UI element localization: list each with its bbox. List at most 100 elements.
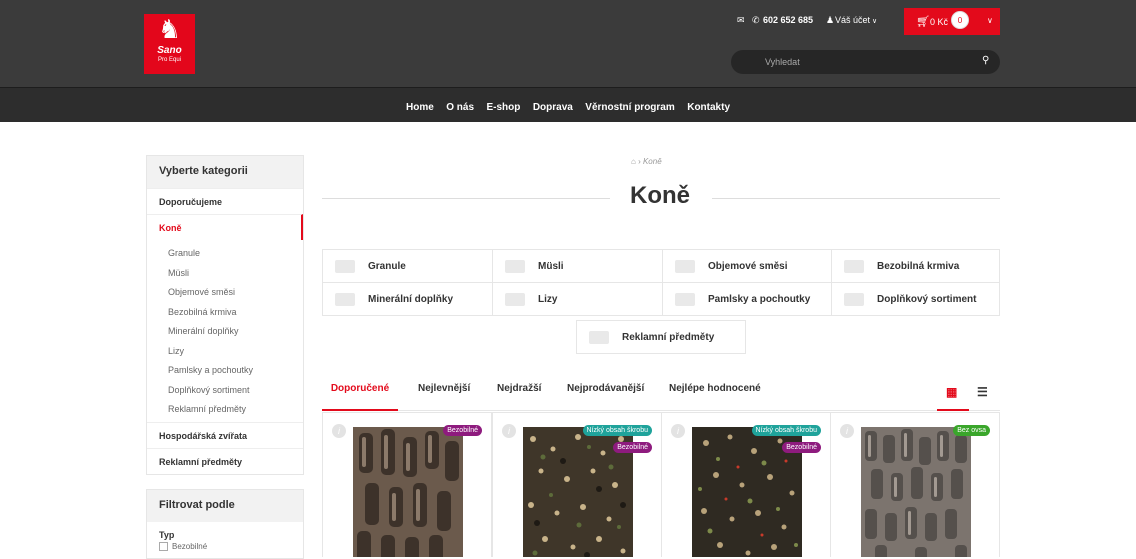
category-label: Objemové směsi xyxy=(708,261,788,272)
sidebar-subitem[interactable]: Bezobilná krmiva xyxy=(147,303,303,323)
sidebar-subitem[interactable]: Objemové směsi xyxy=(147,283,303,303)
folder-icon xyxy=(675,293,695,306)
folder-icon xyxy=(505,293,525,306)
category-tile[interactable]: Pamlsky a pochoutky xyxy=(662,282,832,316)
sidebar-subitem[interactable]: Müsli xyxy=(147,264,303,284)
sidebar-item-horses[interactable]: Koně xyxy=(147,214,303,240)
category-tile[interactable]: Doplňkový sortiment xyxy=(831,282,1000,316)
folder-icon xyxy=(844,293,864,306)
nav-about[interactable]: O nás xyxy=(446,102,474,113)
logo-brand: Sano xyxy=(157,45,182,56)
main-nav: Home O nás E-shop Doprava Věrnostní prog… xyxy=(0,87,1136,122)
category-tile[interactable]: Lizy xyxy=(492,282,663,316)
sidebar-subitem[interactable]: Minerální doplňky xyxy=(147,322,303,342)
info-icon[interactable]: i xyxy=(332,424,346,438)
search-icon[interactable]: ⚲ xyxy=(982,55,989,66)
category-label: Müsli xyxy=(538,261,564,272)
product-image[interactable] xyxy=(861,427,971,557)
product-tag: Bezobilné xyxy=(782,442,821,453)
nav-loyalty[interactable]: Věrnostní program xyxy=(585,102,674,113)
category-label: Doplňkový sortiment xyxy=(877,294,977,305)
sort-tabs: Doporučené Nejlevnější Nejdražší Nejprod… xyxy=(322,383,1000,411)
filter-option-label: Bezobilné xyxy=(172,542,208,551)
sidebar-title: Vyberte kategorii xyxy=(147,156,303,188)
home-icon[interactable]: ⌂ xyxy=(631,157,636,166)
breadcrumb-current: Koně xyxy=(642,157,662,166)
cart-icon: 🛒︎ xyxy=(916,16,930,28)
tab-recommended[interactable]: Doporučené xyxy=(322,383,398,411)
product-tag: Nízký obsah škrobu xyxy=(751,425,821,436)
grid-view-button[interactable]: ▦ xyxy=(937,383,969,411)
product-card[interactable]: i Bezobilné xyxy=(322,412,492,557)
category-tile[interactable]: Bezobilná krmiva xyxy=(831,249,1000,283)
category-label: Reklamní předměty xyxy=(622,332,715,343)
category-label: Bezobilná krmiva xyxy=(877,261,960,272)
product-tag: Bez ovsa xyxy=(953,425,990,436)
folder-icon xyxy=(335,293,355,306)
sidebar-subitem[interactable]: Lizy xyxy=(147,342,303,362)
user-icon: ♟ xyxy=(826,15,835,25)
category-label: Lizy xyxy=(538,294,558,305)
cart-count-badge: 0 xyxy=(951,11,969,29)
category-label: Minerální doplňky xyxy=(368,294,454,305)
sidebar-item-farm-animals[interactable]: Hospodářská zvířata xyxy=(147,421,303,448)
product-tag: Bezobilné xyxy=(443,425,482,436)
category-tile[interactable]: Granule xyxy=(322,249,493,283)
top-header: ♞ Sano Pro Equi ✉ ✆ 602 652 685 ♟ Váš úč… xyxy=(0,0,1136,87)
sidebar-subitem[interactable]: Doplňkový sortiment xyxy=(147,381,303,401)
info-icon[interactable]: i xyxy=(840,424,854,438)
phone-number[interactable]: 602 652 685 xyxy=(763,15,813,25)
checkbox-icon[interactable] xyxy=(159,542,168,551)
chevron-down-icon[interactable]: ∨ xyxy=(872,17,877,25)
cart-button[interactable]: 🛒︎ 0 Kč 0 ∨ xyxy=(904,8,1000,35)
tab-best-selling[interactable]: Nejprodávanější xyxy=(567,383,644,411)
grid-icon: ▦ xyxy=(946,385,958,399)
product-card[interactable]: i Bez ovsa xyxy=(830,412,1000,557)
category-label: Pamlsky a pochoutky xyxy=(708,294,811,305)
cart-chevron-icon[interactable]: ∨ xyxy=(987,16,993,25)
site-logo[interactable]: ♞ Sano Pro Equi xyxy=(144,14,195,74)
breadcrumb: ⌂ › Koně xyxy=(631,157,662,166)
product-image[interactable] xyxy=(353,427,463,557)
tab-most-expensive[interactable]: Nejdražší xyxy=(497,383,541,411)
search-input[interactable] xyxy=(731,50,1000,74)
nav-contacts[interactable]: Kontakty xyxy=(687,102,730,113)
nav-eshop[interactable]: E-shop xyxy=(486,102,520,113)
logo-sub: Pro Equi xyxy=(157,57,181,63)
category-label: Granule xyxy=(368,261,406,272)
info-icon[interactable]: i xyxy=(671,424,685,438)
nav-home[interactable]: Home xyxy=(406,102,434,113)
product-card[interactable]: i Nízký obsah škrobu Bezobilné xyxy=(492,412,662,557)
folder-icon xyxy=(844,260,864,273)
sidebar-subitem[interactable]: Granule xyxy=(147,244,303,264)
phone-icon: ✆ xyxy=(752,15,760,25)
nav-shipping[interactable]: Doprava xyxy=(533,102,573,113)
envelope-icon[interactable]: ✉ xyxy=(737,15,745,26)
account-link[interactable]: Váš účet xyxy=(835,15,870,25)
category-sidebar: Vyberte kategorii Doporučujeme Koně Gran… xyxy=(146,155,304,475)
product-card[interactable]: i Nízký obsah škrobu Bezobilné xyxy=(661,412,831,557)
sidebar-subitem[interactable]: Reklamní předměty xyxy=(147,400,303,420)
category-tile[interactable]: Minerální doplňky xyxy=(322,282,493,316)
list-icon: ☰ xyxy=(977,385,988,399)
sidebar-item-promo[interactable]: Reklamní předměty xyxy=(147,447,303,474)
filter-panel: Filtrovat podle Typ Bezobilné xyxy=(146,489,304,559)
product-tag: Bezobilné xyxy=(613,442,652,453)
cart-amount: 0 Kč xyxy=(930,17,949,27)
folder-icon xyxy=(335,260,355,273)
product-tag: Nízký obsah škrobu xyxy=(582,425,652,436)
sidebar-item-recommended[interactable]: Doporučujeme xyxy=(147,188,303,214)
sidebar-subitem[interactable]: Pamlsky a pochoutky xyxy=(147,361,303,381)
filter-option-checkbox[interactable]: Bezobilné xyxy=(147,542,303,551)
list-view-button[interactable]: ☰ xyxy=(974,383,1000,411)
folder-icon xyxy=(589,331,609,344)
horse-logo-icon: ♞ xyxy=(157,15,182,45)
tab-cheapest[interactable]: Nejlevnější xyxy=(418,383,470,411)
category-tile[interactable]: Objemové směsi xyxy=(662,249,832,283)
category-tile[interactable]: Reklamní předměty xyxy=(576,320,746,354)
folder-icon xyxy=(505,260,525,273)
tab-top-rated[interactable]: Nejlépe hodnocené xyxy=(669,383,761,411)
info-icon[interactable]: i xyxy=(502,424,516,438)
category-tile[interactable]: Müsli xyxy=(492,249,663,283)
filter-title: Filtrovat podle xyxy=(147,490,303,522)
